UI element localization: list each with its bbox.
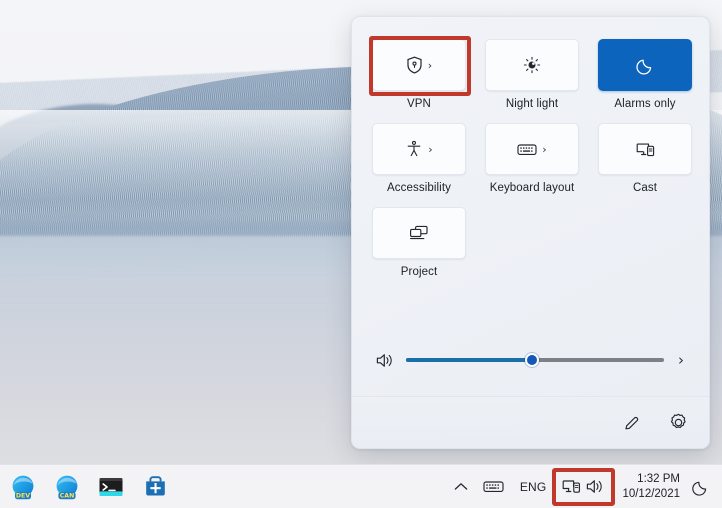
moon-icon xyxy=(635,56,655,75)
quick-setting-project: Project xyxy=(372,207,466,278)
project-icon xyxy=(409,225,429,241)
quick-setting-accessibility: › Accessibility xyxy=(372,123,466,194)
system-tray: ENG 1:32 PM 10/12/2021 xyxy=(446,467,722,506)
volume-slider-thumb[interactable] xyxy=(525,353,540,367)
taskbar-app-windows-terminal[interactable] xyxy=(96,472,126,502)
cast-icon xyxy=(636,141,655,158)
keyboard-layout-tile-label: Keyboard layout xyxy=(489,182,575,194)
volume-control-row: › xyxy=(372,345,692,375)
desktop-screen: › VPN Night light Alarms only › Accessib… xyxy=(0,0,722,508)
svg-text:CAN: CAN xyxy=(60,492,75,499)
accessibility-tile-button[interactable]: › xyxy=(372,123,466,175)
quick-setting-alarms-only: Alarms only xyxy=(598,39,692,110)
taskbar-app-edge-canary[interactable]: CAN xyxy=(52,472,82,502)
shield-vpn-icon xyxy=(406,56,423,74)
quick-settings-panel: › VPN Night light Alarms only › Accessib… xyxy=(351,16,710,449)
touch-keyboard-icon xyxy=(483,481,504,492)
network-ethernet-icon[interactable] xyxy=(562,478,582,496)
tray-volume-icon[interactable] xyxy=(586,478,605,495)
alarms-only-tile-button[interactable] xyxy=(598,39,692,91)
keyboard-icon xyxy=(517,142,537,157)
accessibility-tile-label: Accessibility xyxy=(387,182,451,194)
gear-settings-icon[interactable] xyxy=(665,410,691,436)
taskbar-app-microsoft-store[interactable] xyxy=(140,472,170,502)
volume-slider[interactable] xyxy=(406,349,664,371)
night-light-tile-button[interactable] xyxy=(485,39,579,91)
clock-time: 1:32 PM xyxy=(637,472,680,485)
pencil-edit-icon[interactable] xyxy=(619,410,645,436)
taskbar: DEV CAN ENG 1:32 PM 10/12/2021 xyxy=(0,464,722,508)
moon-crescent-icon xyxy=(692,481,707,496)
speaker-icon[interactable] xyxy=(372,352,398,369)
quick-setting-vpn: › VPN xyxy=(369,36,471,110)
project-tile-button[interactable] xyxy=(372,207,466,259)
cast-tile-button[interactable] xyxy=(598,123,692,175)
chevron-right-icon: › xyxy=(542,142,547,156)
svg-text:DEV: DEV xyxy=(16,492,30,499)
quick-setting-cast: Cast xyxy=(598,123,692,194)
vpn-tile-button[interactable]: › xyxy=(369,36,471,96)
quick-setting-keyboard-layout: › Keyboard layout xyxy=(485,123,579,194)
tray-overflow-button[interactable] xyxy=(446,471,476,503)
notifications-button[interactable] xyxy=(688,472,714,502)
chevron-up-icon xyxy=(454,482,468,490)
quick-settings-tile-grid: › VPN Night light Alarms only › Accessib… xyxy=(369,36,692,291)
taskbar-app-edge-dev[interactable]: DEV xyxy=(8,472,38,502)
tray-network-volume-group[interactable] xyxy=(552,467,616,506)
accessibility-icon xyxy=(405,140,423,158)
vpn-tile-label: VPN xyxy=(407,98,431,110)
tray-touch-keyboard-button[interactable] xyxy=(476,471,511,503)
quick-settings-footer xyxy=(352,396,709,448)
taskbar-app-buttons: DEV CAN xyxy=(0,472,170,502)
night-light-icon xyxy=(523,56,541,74)
alarms-only-tile-label: Alarms only xyxy=(614,98,676,110)
cast-tile-label: Cast xyxy=(632,182,658,194)
chevron-right-icon: › xyxy=(428,142,433,156)
taskbar-clock[interactable]: 1:32 PM 10/12/2021 xyxy=(612,472,688,501)
tray-language-indicator[interactable]: ENG xyxy=(511,480,556,494)
keyboard-layout-tile-button[interactable]: › xyxy=(485,123,579,175)
quick-setting-night-light: Night light xyxy=(485,39,579,110)
project-tile-label: Project xyxy=(400,266,438,278)
night-light-tile-label: Night light xyxy=(505,98,559,110)
volume-slider-fill xyxy=(406,358,533,362)
clock-date: 10/12/2021 xyxy=(622,487,680,500)
chevron-right-icon: › xyxy=(427,58,433,72)
volume-expand-button[interactable]: › xyxy=(670,351,692,369)
